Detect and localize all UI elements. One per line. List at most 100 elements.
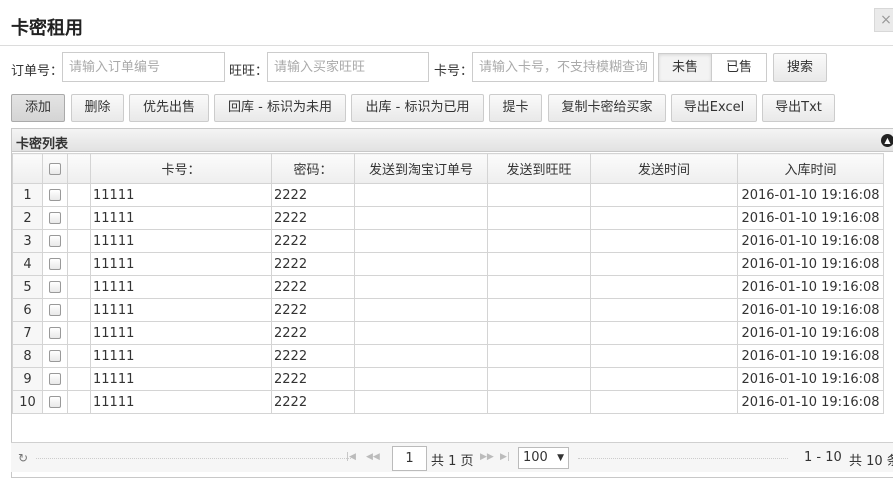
stock-time-cell: 2016-01-10 19:16:08 xyxy=(737,275,884,299)
caret-down-icon: ▼ xyxy=(557,453,564,463)
card-number-cell: 11111 xyxy=(90,206,272,230)
wangwang-cell xyxy=(487,252,591,276)
taobao-order-cell xyxy=(354,390,488,414)
chevron-up-icon[interactable]: ▲ xyxy=(881,134,893,147)
table-row[interactable]: 5 11111 2222 2016-01-10 19:16:08 xyxy=(12,275,884,299)
row-checkbox[interactable] xyxy=(49,235,61,247)
table-row[interactable]: 7 11111 2222 2016-01-10 19:16:08 xyxy=(12,321,884,345)
row-number: 1 xyxy=(12,183,43,207)
export-excel-button[interactable]: 导出Excel xyxy=(671,94,757,122)
taobao-order-cell xyxy=(354,275,488,299)
table-row[interactable]: 1 11111 2222 2016-01-10 19:16:08 xyxy=(12,183,884,207)
checkout-button[interactable]: 出库 - 标识为已用 xyxy=(351,94,484,122)
row-checkbox[interactable] xyxy=(49,189,61,201)
row-checkbox[interactable] xyxy=(49,281,61,293)
column-header-wangwang[interactable]: 发送到旺旺 xyxy=(487,153,591,184)
column-header-password[interactable]: 密码： xyxy=(271,153,355,184)
row-checkbox[interactable] xyxy=(49,304,61,316)
password-cell: 2222 xyxy=(271,367,355,391)
row-number: 5 xyxy=(12,275,43,299)
export-txt-button[interactable]: 导出Txt xyxy=(762,94,835,122)
password-cell: 2222 xyxy=(271,183,355,207)
card-number-cell: 11111 xyxy=(90,229,272,253)
unsold-toggle[interactable]: 未售 xyxy=(658,53,712,82)
add-button[interactable]: 添加 xyxy=(11,94,65,122)
card-list-panel: 卡密列表 ▲ 卡号： 密码： 发送到淘宝订单号 发送到旺旺 发送时间 入库时间 … xyxy=(11,128,893,478)
row-checkbox[interactable] xyxy=(49,327,61,339)
table-header-row: 卡号： 密码： 发送到淘宝订单号 发送到旺旺 发送时间 入库时间 xyxy=(12,153,884,184)
blank-cell xyxy=(67,252,91,276)
refresh-icon[interactable]: ↻ xyxy=(18,451,28,465)
select-all-checkbox[interactable] xyxy=(49,162,61,175)
taobao-order-cell xyxy=(354,183,488,207)
prev-page-icon[interactable]: ◀◀ xyxy=(366,452,380,462)
total-records-text: 共 10 条 xyxy=(849,454,893,469)
table-row[interactable]: 8 11111 2222 2016-01-10 19:16:08 xyxy=(12,344,884,368)
close-button[interactable]: × xyxy=(874,8,893,32)
stock-time-cell: 2016-01-10 19:16:08 xyxy=(737,367,884,391)
card-input[interactable] xyxy=(472,52,654,82)
wangwang-cell xyxy=(487,229,591,253)
wangwang-cell xyxy=(487,344,591,368)
password-cell: 2222 xyxy=(271,390,355,414)
row-checkbox-cell xyxy=(42,344,68,368)
card-number-cell: 11111 xyxy=(90,183,272,207)
last-page-icon[interactable]: ▶| xyxy=(500,452,510,462)
table-row[interactable]: 3 11111 2222 2016-01-10 19:16:08 xyxy=(12,229,884,253)
row-checkbox-cell xyxy=(42,275,68,299)
password-cell: 2222 xyxy=(271,298,355,322)
search-bar: 订单号： 旺旺： 卡号： 未售 已售 搜索 xyxy=(0,52,893,84)
row-checkbox-cell xyxy=(42,252,68,276)
send-time-cell xyxy=(590,275,738,299)
delete-button[interactable]: 删除 xyxy=(71,94,124,122)
wangwang-input[interactable] xyxy=(267,52,429,82)
row-number: 4 xyxy=(12,252,43,276)
send-time-cell xyxy=(590,183,738,207)
table-row[interactable]: 2 11111 2222 2016-01-10 19:16:08 xyxy=(12,206,884,230)
card-number-cell: 11111 xyxy=(90,275,272,299)
priority-sell-button[interactable]: 优先出售 xyxy=(129,94,209,122)
card-number-cell: 11111 xyxy=(90,344,272,368)
row-checkbox[interactable] xyxy=(49,396,61,408)
row-checkbox[interactable] xyxy=(49,258,61,270)
card-label: 卡号： xyxy=(434,64,474,79)
row-checkbox-cell xyxy=(42,390,68,414)
table-row[interactable]: 6 11111 2222 2016-01-10 19:16:08 xyxy=(12,298,884,322)
table-row[interactable]: 9 11111 2222 2016-01-10 19:16:08 xyxy=(12,367,884,391)
row-checkbox-cell xyxy=(42,206,68,230)
taobao-order-cell xyxy=(354,206,488,230)
row-number: 7 xyxy=(12,321,43,345)
send-time-cell xyxy=(590,206,738,230)
row-checkbox[interactable] xyxy=(49,212,61,224)
taobao-order-cell xyxy=(354,344,488,368)
column-header-taobao-order[interactable]: 发送到淘宝订单号 xyxy=(354,153,488,184)
blank-header xyxy=(67,153,91,184)
order-input[interactable] xyxy=(62,52,225,82)
table-row[interactable]: 4 11111 2222 2016-01-10 19:16:08 xyxy=(12,252,884,276)
send-time-cell xyxy=(590,367,738,391)
taobao-order-cell xyxy=(354,367,488,391)
copy-to-buyer-button[interactable]: 复制卡密给买家 xyxy=(548,94,666,122)
column-header-send-time[interactable]: 发送时间 xyxy=(590,153,738,184)
blank-cell xyxy=(67,183,91,207)
card-number-cell: 11111 xyxy=(90,252,272,276)
row-checkbox-cell xyxy=(42,298,68,322)
table-row[interactable]: 10 11111 2222 2016-01-10 19:16:08 xyxy=(12,390,884,414)
column-header-stock-time[interactable]: 入库时间 xyxy=(737,153,884,184)
page-number-input[interactable]: 1 xyxy=(392,446,427,471)
first-page-icon[interactable]: |◀ xyxy=(346,452,356,462)
password-cell: 2222 xyxy=(271,229,355,253)
column-header-card[interactable]: 卡号： xyxy=(90,153,272,184)
page-size-select[interactable]: 100 ▼ xyxy=(518,447,569,469)
pick-card-button[interactable]: 提卡 xyxy=(489,94,542,122)
row-checkbox[interactable] xyxy=(49,350,61,362)
restock-button[interactable]: 回库 - 标识为未用 xyxy=(214,94,346,122)
sold-toggle[interactable]: 已售 xyxy=(711,53,767,82)
wangwang-cell xyxy=(487,390,591,414)
row-checkbox-cell xyxy=(42,367,68,391)
toolbar: 添加 删除 优先出售 回库 - 标识为未用 出库 - 标识为已用 提卡 复制卡密… xyxy=(0,94,893,122)
search-button[interactable]: 搜索 xyxy=(773,53,827,82)
row-checkbox[interactable] xyxy=(49,373,61,385)
next-page-icon[interactable]: ▶▶ xyxy=(480,452,494,462)
wangwang-cell xyxy=(487,367,591,391)
